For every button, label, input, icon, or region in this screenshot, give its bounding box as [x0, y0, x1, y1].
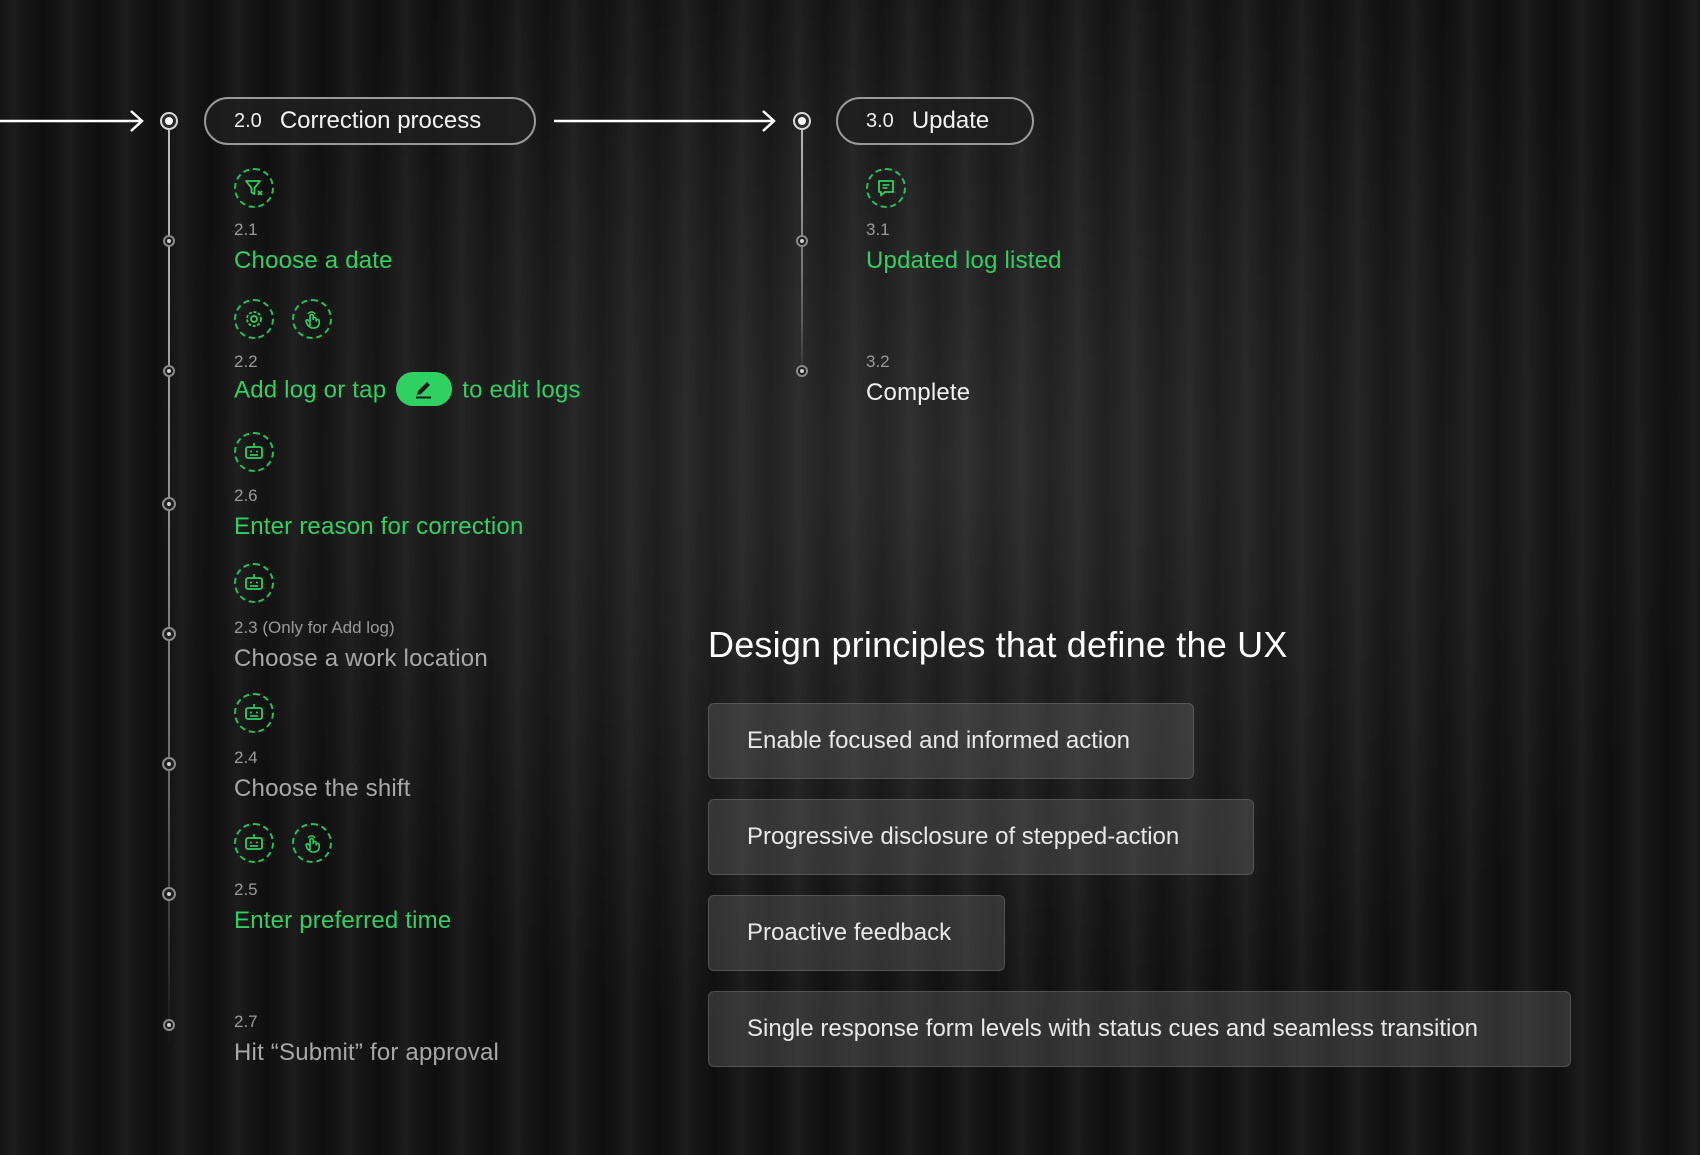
step-label-before: Add log or tap	[234, 376, 387, 404]
step-node	[162, 757, 176, 771]
principle-card: Single response form levels with status …	[708, 991, 1571, 1067]
filter-icon	[234, 168, 274, 208]
step-number: 2.3 (Only for Add log)	[234, 618, 395, 637]
phase3-number: 3.0	[866, 109, 894, 132]
keyboard-icon	[234, 693, 274, 733]
step-node	[162, 497, 176, 511]
principles-heading: Design principles that define the UX	[708, 624, 1288, 665]
principle-card: Proactive feedback	[708, 895, 1005, 971]
step-number: 2.4	[234, 748, 258, 767]
step-label: Choose a work location	[234, 645, 488, 672]
phase2-number: 2.0	[234, 109, 262, 132]
step-label: Choose a date	[234, 247, 393, 274]
step-number: 2.6	[234, 486, 258, 505]
pencil-icon	[416, 382, 432, 399]
step-number: 2.7	[234, 1012, 258, 1031]
step-label: Complete	[866, 379, 971, 406]
tap-icon	[292, 823, 332, 863]
step-node	[163, 365, 175, 377]
phase2-title: Correction process	[279, 107, 482, 134]
step-number: 2.5	[234, 880, 258, 899]
step-number: 3.1	[866, 220, 890, 239]
step-node	[796, 235, 808, 247]
step-number: 2.2	[234, 352, 258, 371]
step-node	[162, 627, 176, 641]
tap-icon	[292, 299, 332, 339]
step-label: Choose the shift	[234, 775, 411, 802]
step-number: 2.1	[234, 220, 258, 239]
message-icon	[866, 168, 906, 208]
phase2-start-node	[160, 112, 178, 130]
principle-card: Enable focused and informed action	[708, 703, 1194, 779]
keyboard-icon	[234, 823, 274, 863]
phase3-start-node	[793, 112, 811, 130]
edit-log-chip	[396, 372, 453, 406]
incoming-arrow	[0, 109, 146, 133]
step-label: Hit “Submit” for approval	[234, 1039, 500, 1066]
step-label: Enter reason for correction	[234, 513, 524, 540]
step-number: 3.2	[866, 352, 890, 371]
phase2-pill: 2.0 Correction process	[204, 97, 536, 145]
step-label-after: to edit logs	[462, 376, 581, 404]
principle-card: Progressive disclosure of stepped-action	[708, 799, 1254, 875]
step-label: Enter preferred time	[234, 907, 452, 934]
phase-connector-arrow	[554, 109, 778, 133]
step-node	[162, 887, 176, 901]
step-label: Updated log listed	[866, 247, 1062, 274]
keyboard-icon	[234, 563, 274, 603]
step-node	[163, 235, 175, 247]
settings-icon	[234, 299, 274, 339]
step-node	[163, 1019, 175, 1031]
step-label: Add log or tap to edit logs	[234, 372, 581, 406]
step-node	[796, 365, 808, 377]
keyboard-icon	[234, 432, 274, 472]
phase3-pill: 3.0 Update	[836, 97, 1034, 145]
phase2-timeline	[168, 121, 170, 1051]
phase3-title: Update	[911, 107, 990, 134]
